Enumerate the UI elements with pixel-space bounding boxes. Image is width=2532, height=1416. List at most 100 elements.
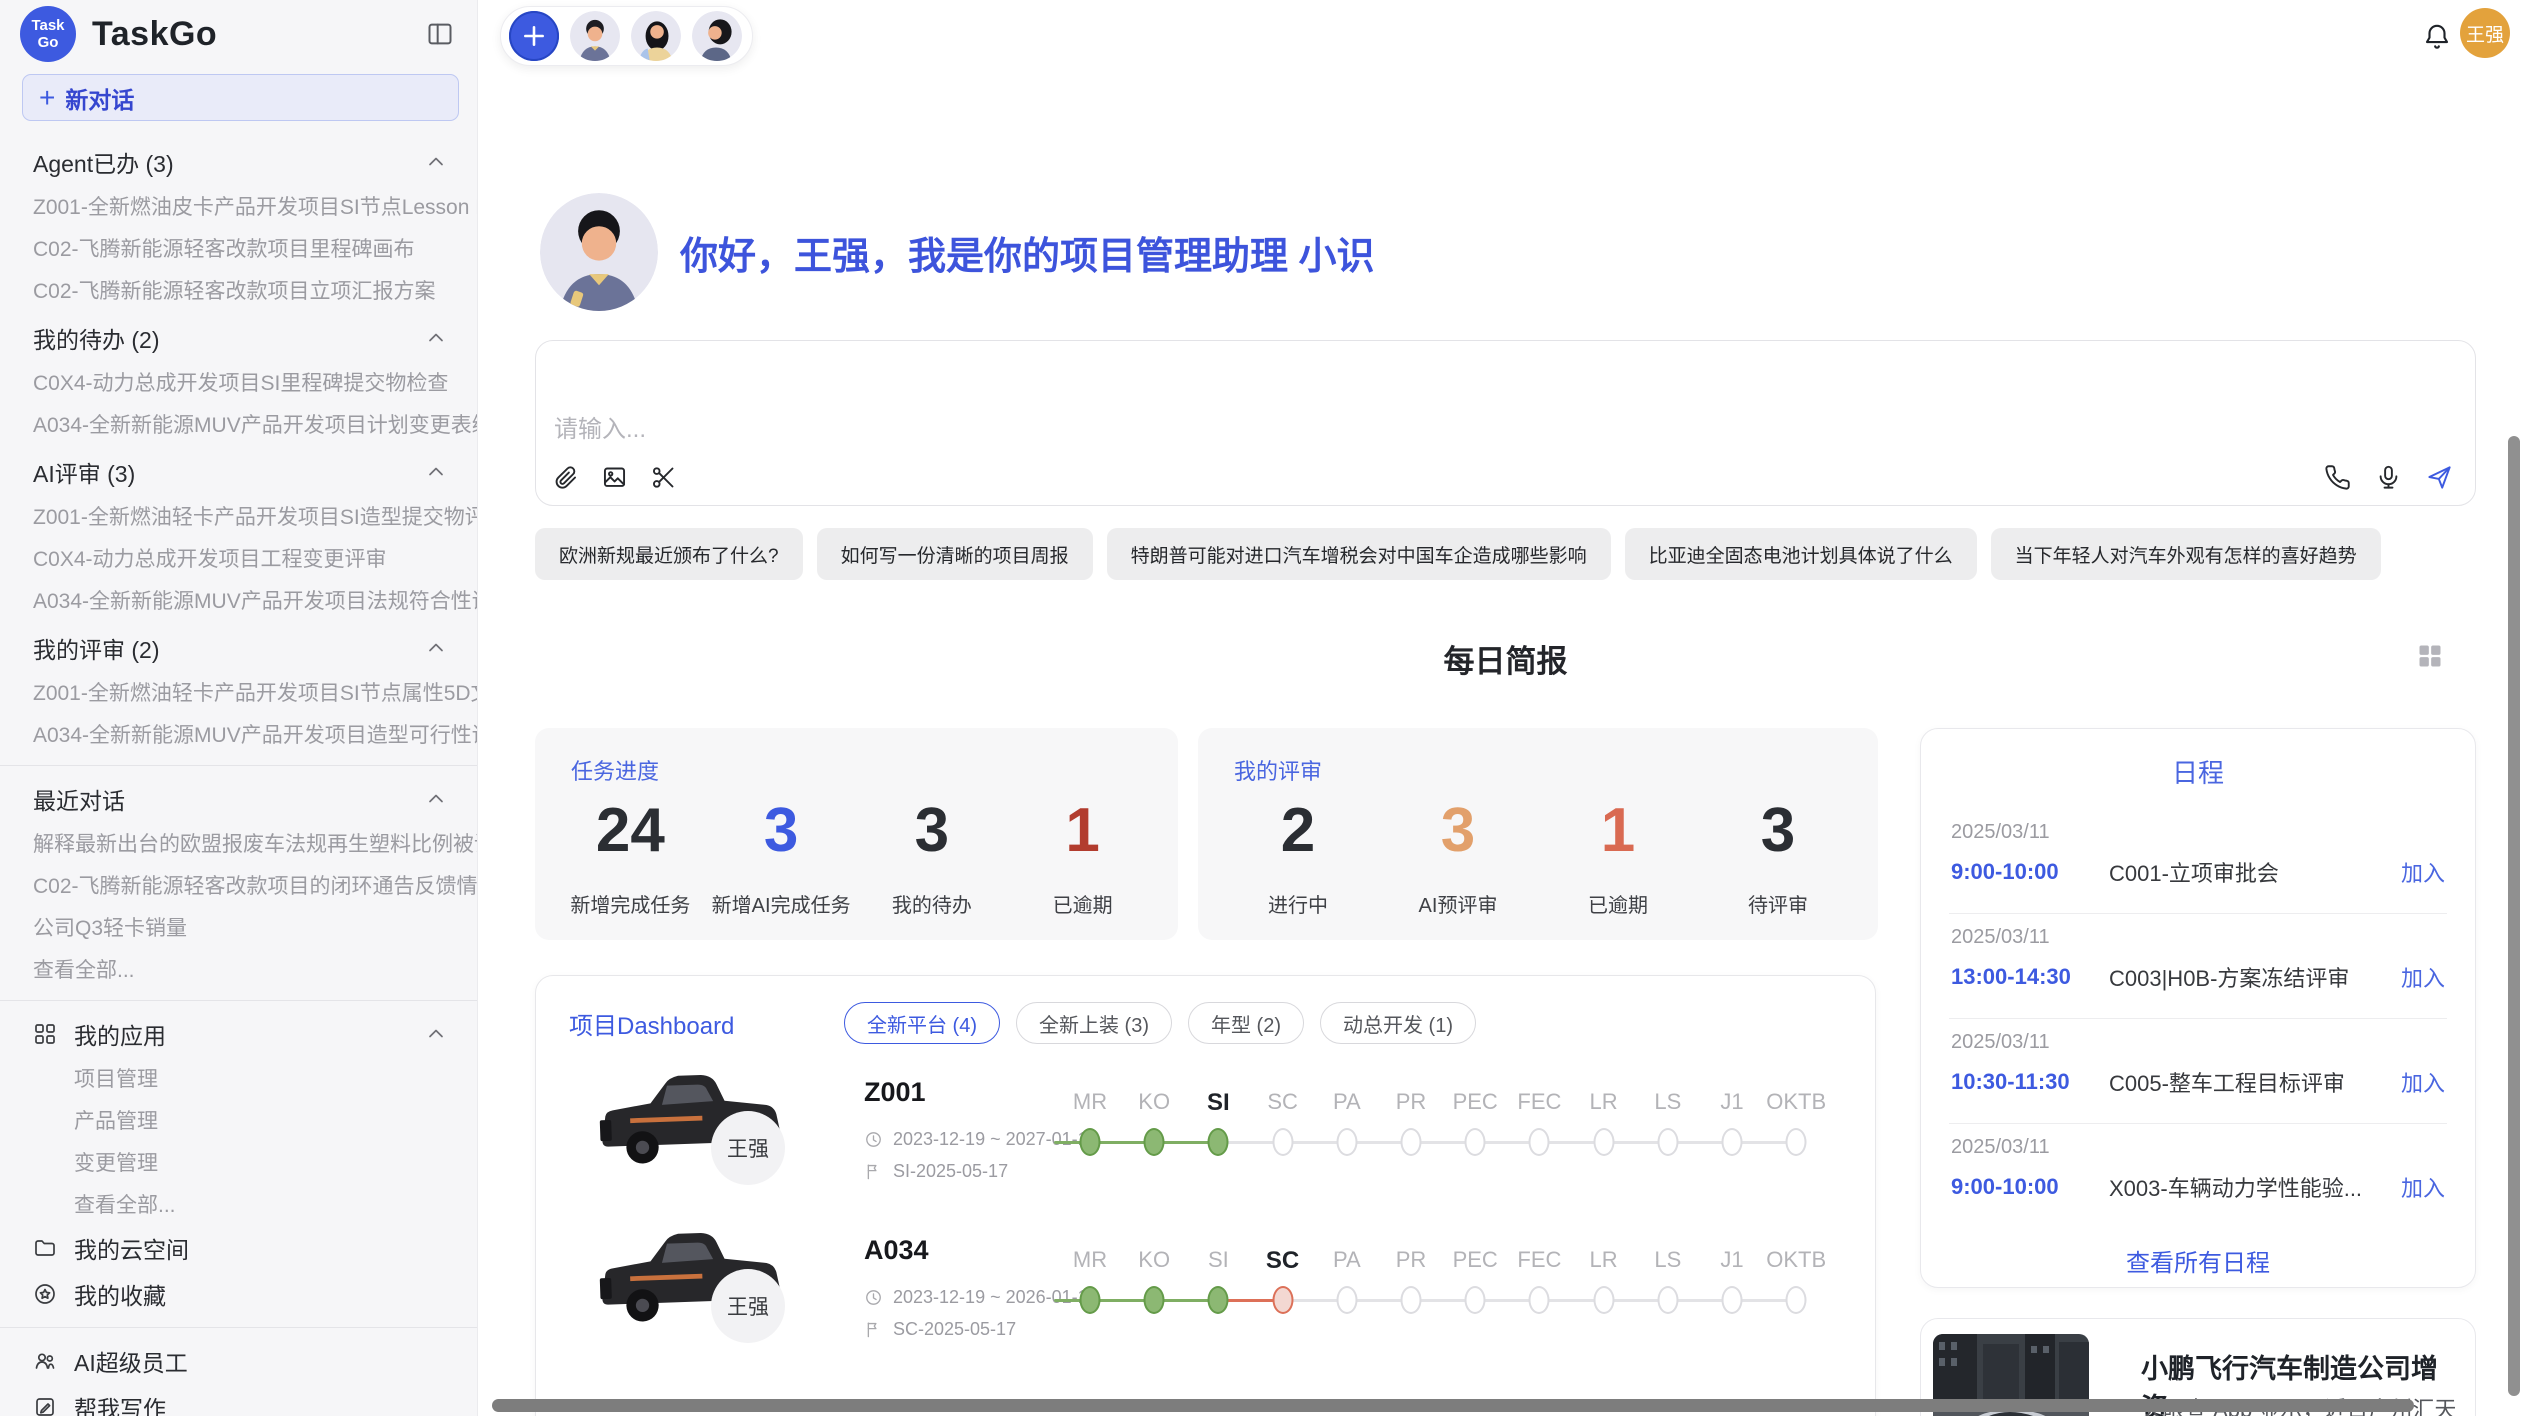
sidebar-item[interactable]: C0X4-动力总成开发项目SI里程碑提交物检查 — [0, 361, 477, 403]
microphone-icon[interactable] — [2375, 464, 2402, 491]
dashboard-header: 项目Dashboard 全新平台 (4)全新上装 (3)年型 (2)动总开发 (… — [569, 1002, 1476, 1044]
sidebar-collapse-icon[interactable] — [423, 20, 457, 48]
sidebar-item[interactable]: C02-飞腾新能源轻客改款项目里程碑画布 — [0, 227, 477, 269]
my-cloud-label: 我的云空间 — [74, 1231, 447, 1265]
milestone-dot[interactable] — [1080, 1128, 1101, 1156]
milestone-dot[interactable] — [1272, 1128, 1293, 1156]
sidebar-item[interactable]: C02-飞腾新能源轻客改款项目立项汇报方案 — [0, 269, 477, 311]
tool-ai-super-staff[interactable]: AI超级员工 — [0, 1338, 477, 1384]
sidebar-section-header[interactable]: 我的待办 (2) — [0, 315, 477, 361]
milestone-dot[interactable] — [1272, 1286, 1293, 1314]
recent-chat-item[interactable]: 查看全部... — [0, 948, 477, 990]
milestone-dot[interactable] — [1529, 1286, 1550, 1314]
stat-label: 我的待办 — [892, 889, 972, 918]
join-link[interactable]: 加入 — [2401, 1066, 2445, 1098]
tool-help-me-write[interactable]: 帮我写作 — [0, 1384, 477, 1416]
sidebar-section-header[interactable]: 我的评审 (2) — [0, 625, 477, 671]
notifications-bell-icon[interactable] — [2422, 22, 2452, 52]
milestone-dot[interactable] — [1465, 1286, 1486, 1314]
suggestion-chip[interactable]: 特朗普可能对进口汽车增税会对中国车企造成哪些影响 — [1107, 528, 1611, 580]
join-link[interactable]: 加入 — [2401, 1171, 2445, 1203]
milestone-dot[interactable] — [1401, 1286, 1422, 1314]
join-link[interactable]: 加入 — [2401, 961, 2445, 993]
recent-chat-item[interactable]: 解释最新出台的欧盟报废车法规再生塑料比例被调至15%... — [0, 822, 477, 864]
chevron-up-icon[interactable] — [425, 151, 447, 173]
sidebar-section-header[interactable]: Agent已办 (3) — [0, 139, 477, 185]
project-row[interactable]: 王强Z0012023-12-19 ~ 2027-01-19SI-2025-05-… — [536, 1051, 1875, 1209]
schedule-title: 日程 — [1921, 753, 2475, 790]
image-icon[interactable] — [601, 464, 628, 491]
my-apps-header[interactable]: 我的应用 — [0, 1011, 477, 1057]
attachment-icon[interactable] — [552, 464, 579, 491]
chevron-up-icon[interactable] — [425, 461, 447, 483]
chevron-up-icon[interactable] — [425, 788, 447, 810]
join-link[interactable]: 加入 — [2401, 856, 2445, 888]
project-row[interactable]: 王强A0342023-12-19 ~ 2026-01-19SC-2025-05-… — [536, 1209, 1875, 1367]
app-sub-item[interactable]: 项目管理 — [0, 1057, 477, 1099]
milestone-dot[interactable] — [1401, 1128, 1422, 1156]
sidebar-item[interactable]: Z001-全新燃油轻卡产品开发项目SI节点属性5D文件评审 — [0, 671, 477, 713]
scissors-icon[interactable] — [650, 464, 677, 491]
avatar-member-3[interactable] — [692, 11, 742, 61]
milestone-dot[interactable] — [1080, 1286, 1101, 1314]
milestone-dot[interactable] — [1657, 1286, 1678, 1314]
suggestion-chip[interactable]: 如何写一份清晰的项目周报 — [817, 528, 1093, 580]
chevron-up-icon[interactable] — [425, 637, 447, 659]
app-sub-item[interactable]: 查看全部... — [0, 1183, 477, 1225]
dashboard-tab[interactable]: 年型 (2) — [1188, 1002, 1304, 1044]
recent-chat-item[interactable]: C02-飞腾新能源轻客改款项目的闭环通告反馈情况 — [0, 864, 477, 906]
chevron-up-icon[interactable] — [425, 327, 447, 349]
milestone-dot[interactable] — [1593, 1286, 1614, 1314]
avatar-member-2[interactable] — [631, 11, 681, 61]
sidebar-item[interactable]: A034-全新新能源MUV产品开发项目计划变更表编写 — [0, 403, 477, 445]
sidebar-item[interactable]: A034-全新新能源MUV产品开发项目法规符合性评审 — [0, 579, 477, 621]
app-sub-item[interactable]: 产品管理 — [0, 1099, 477, 1141]
milestone-dot[interactable] — [1722, 1286, 1743, 1314]
milestone-dot[interactable] — [1336, 1128, 1357, 1156]
view-all-schedule-link[interactable]: 查看所有日程 — [1921, 1243, 2475, 1278]
dashboard-tab[interactable]: 全新上装 (3) — [1016, 1002, 1172, 1044]
user-avatar[interactable]: 王强 — [2460, 8, 2510, 58]
milestone-label: J1 — [1720, 1247, 1743, 1273]
my-favorites-item[interactable]: 我的收藏 — [0, 1271, 477, 1317]
stat: 1已逾期 — [1538, 798, 1698, 924]
milestone-dot[interactable] — [1593, 1128, 1614, 1156]
chevron-up-icon[interactable] — [425, 1023, 447, 1045]
vertical-scrollbar[interactable] — [2508, 436, 2520, 1396]
my-cloud-item[interactable]: 我的云空间 — [0, 1225, 477, 1271]
recent-chats-header[interactable]: 最近对话 — [0, 776, 477, 822]
sidebar-item[interactable]: C0X4-动力总成开发项目工程变更评审 — [0, 537, 477, 579]
dashboard-tab[interactable]: 动总开发 (1) — [1320, 1002, 1476, 1044]
recent-chat-item[interactable]: 公司Q3轻卡销量 — [0, 906, 477, 948]
phone-icon[interactable] — [2324, 464, 2351, 491]
horizontal-scrollbar[interactable] — [492, 1399, 2414, 1412]
chat-input[interactable]: 请输入... — [535, 340, 2476, 506]
milestone-dot[interactable] — [1465, 1128, 1486, 1156]
suggestion-chip[interactable]: 当下年轻人对汽车外观有怎样的喜好趋势 — [1991, 528, 2381, 580]
milestone-dot[interactable] — [1529, 1128, 1550, 1156]
milestone-dot[interactable] — [1208, 1128, 1229, 1156]
milestone-dot[interactable] — [1208, 1286, 1229, 1314]
send-icon[interactable] — [2426, 464, 2453, 491]
sidebar-item[interactable]: Z001-全新燃油皮卡产品开发项目SI节点Lesson Learn报告 — [0, 185, 477, 227]
milestone-dot[interactable] — [1144, 1286, 1165, 1314]
milestone-dot[interactable] — [1657, 1128, 1678, 1156]
milestone-dot[interactable] — [1144, 1128, 1165, 1156]
milestone-dot[interactable] — [1336, 1286, 1357, 1314]
divider — [0, 1000, 477, 1001]
sidebar-item[interactable]: A034-全新新能源MUV产品开发项目造型可行性评审 — [0, 713, 477, 755]
suggestion-chip[interactable]: 欧洲新规最近颁布了什么? — [535, 528, 803, 580]
milestone-dot[interactable] — [1786, 1128, 1807, 1156]
layout-grid-icon[interactable] — [2416, 642, 2444, 670]
add-session-button[interactable] — [509, 11, 559, 61]
milestone-label: PA — [1333, 1247, 1361, 1273]
sidebar-item[interactable]: Z001-全新燃油轻卡产品开发项目SI造型提交物评审 — [0, 495, 477, 537]
dashboard-tab[interactable]: 全新平台 (4) — [844, 1002, 1000, 1044]
avatar-member-1[interactable] — [570, 11, 620, 61]
suggestion-chip[interactable]: 比亚迪全固态电池计划具体说了什么 — [1625, 528, 1977, 580]
sidebar-section-header[interactable]: AI评审 (3) — [0, 449, 477, 495]
new-chat-button[interactable]: + 新对话 — [22, 74, 459, 121]
milestone-dot[interactable] — [1786, 1286, 1807, 1314]
milestone-dot[interactable] — [1722, 1128, 1743, 1156]
app-sub-item[interactable]: 变更管理 — [0, 1141, 477, 1183]
